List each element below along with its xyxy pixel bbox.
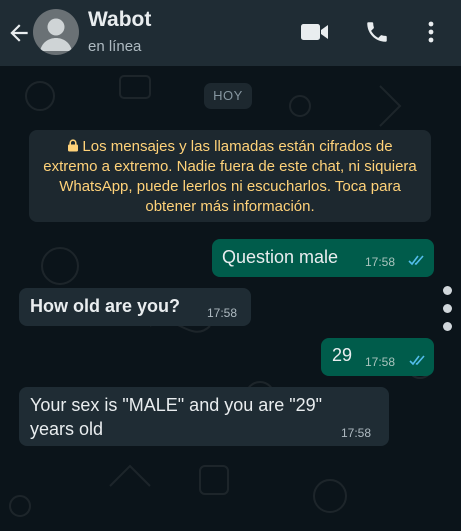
more-options-icon[interactable] xyxy=(425,20,437,44)
back-arrow-icon[interactable] xyxy=(6,20,32,46)
message-bubble-outgoing[interactable]: Question male 17:58 xyxy=(212,239,434,277)
contact-name[interactable]: Wabot xyxy=(88,8,151,32)
read-ticks-icon xyxy=(409,355,425,366)
scroll-dot xyxy=(443,322,452,331)
scroll-dot xyxy=(443,304,452,313)
phone-call-icon[interactable] xyxy=(364,19,390,45)
avatar[interactable] xyxy=(33,9,79,55)
message-text: 29 xyxy=(332,345,353,365)
message-bubble-incoming[interactable]: Your sex is "MALE" and you are "29" year… xyxy=(19,387,389,446)
avatar-icon xyxy=(40,18,72,51)
message-text: How old are you? xyxy=(30,296,181,316)
message-text-line-2: years old xyxy=(30,419,104,439)
message-bubble-incoming[interactable]: How old are you? 17:58 xyxy=(19,288,251,326)
encryption-notice[interactable]: Los mensajes y las llamadas están cifrad… xyxy=(29,130,431,222)
encryption-notice-text: Los mensajes y las llamadas están cifrad… xyxy=(43,138,417,215)
scroll-dot xyxy=(443,286,452,295)
date-chip: HOY xyxy=(204,83,252,109)
contact-status: en línea xyxy=(88,38,142,55)
read-ticks-icon xyxy=(408,255,424,266)
message-time: 17:58 xyxy=(207,306,238,320)
video-call-icon[interactable] xyxy=(300,22,330,42)
message-time: 17:58 xyxy=(341,426,372,440)
chat-area[interactable]: HOY Los mensajes y las llamadas están ci… xyxy=(0,66,461,531)
message-time: 17:58 xyxy=(365,355,396,369)
message-bubble-outgoing[interactable]: 29 17:58 xyxy=(321,338,434,376)
chat-header: Wabot en línea xyxy=(0,0,461,66)
scroll-indicator[interactable] xyxy=(443,286,453,340)
message-text: Question male xyxy=(222,247,339,267)
message-text-line-1: Your sex is "MALE" and you are "29" xyxy=(30,395,323,415)
message-time: 17:58 xyxy=(365,255,396,269)
lock-icon xyxy=(68,139,79,152)
